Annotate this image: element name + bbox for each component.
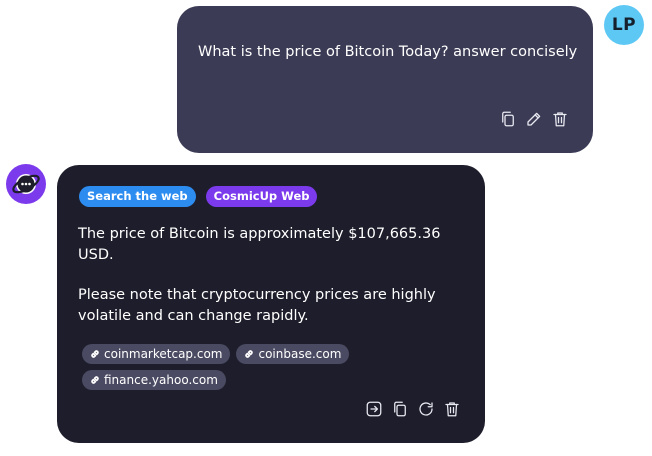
source-link-yahoo-finance[interactable]: finance.yahoo.com <box>82 370 226 390</box>
trash-icon[interactable] <box>550 109 569 128</box>
user-message-bubble: What is the price of Bitcoin Today? answ… <box>177 6 593 153</box>
source-links: coinmarketcap.com coinbase.com finance.y… <box>82 344 392 390</box>
export-icon[interactable] <box>364 399 383 418</box>
source-link-coinbase[interactable]: coinbase.com <box>236 344 350 364</box>
edit-icon[interactable] <box>524 109 543 128</box>
user-message-text: What is the price of Bitcoin Today? answ… <box>198 44 578 60</box>
user-message-actions <box>498 109 569 128</box>
bot-answer-paragraph: The price of Bitcoin is approximately $1… <box>78 226 441 263</box>
badge-cosmicup-web: CosmicUp Web <box>205 186 318 207</box>
bot-avatar <box>6 164 46 204</box>
bot-message-actions <box>364 399 461 418</box>
bot-note-paragraph: Please note that cryptocurrency prices a… <box>78 287 436 324</box>
link-icon <box>91 376 99 384</box>
trash-icon[interactable] <box>442 399 461 418</box>
source-link-label: coinmarketcap.com <box>104 347 223 361</box>
source-link-coinmarketcap[interactable]: coinmarketcap.com <box>82 344 231 364</box>
source-link-label: finance.yahoo.com <box>104 373 218 387</box>
badge-search-web: Search the web <box>79 186 196 207</box>
link-icon <box>91 350 99 358</box>
bot-message-bubble: Search the web CosmicUp Web The price of… <box>57 165 485 443</box>
chat-planet-icon <box>12 174 40 194</box>
regenerate-icon[interactable] <box>416 399 435 418</box>
link-icon <box>245 350 254 358</box>
source-link-label: coinbase.com <box>258 347 342 361</box>
tool-badges: Search the web CosmicUp Web <box>79 186 318 207</box>
user-avatar: LP <box>604 5 644 45</box>
copy-icon[interactable] <box>498 109 517 128</box>
copy-icon[interactable] <box>390 399 409 418</box>
